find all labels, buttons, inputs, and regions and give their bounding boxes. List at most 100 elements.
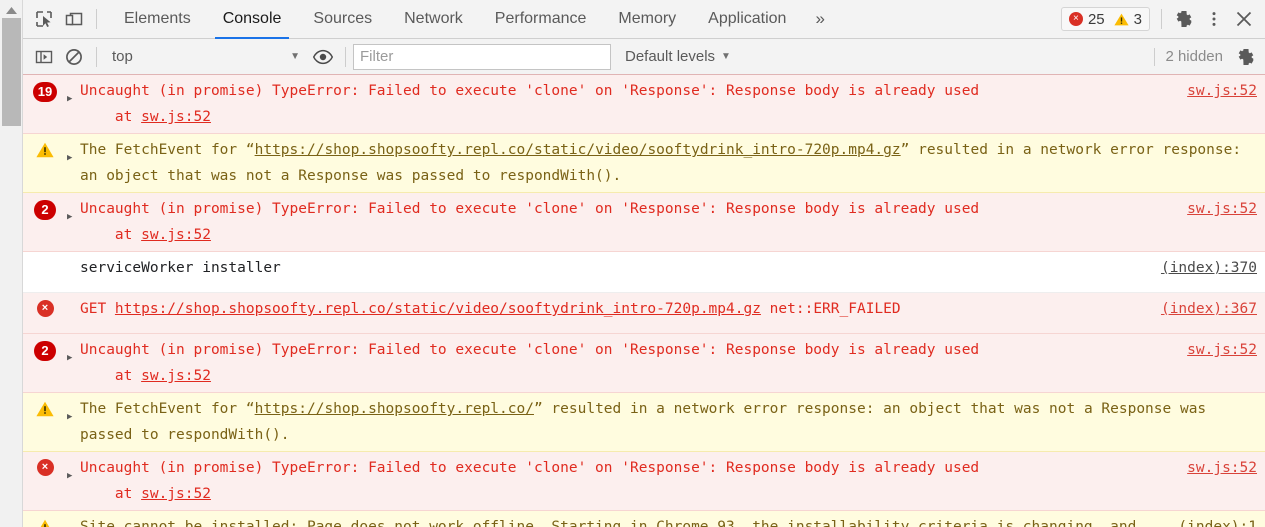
message-link[interactable]: https://shop.shopsoofty.repl.co/static/v… bbox=[255, 142, 901, 158]
message-text: serviceWorker installer bbox=[80, 260, 281, 276]
repeat-count-badge: 2 bbox=[34, 341, 56, 361]
console-message-error[interactable]: × ▶ Uncaught (in promise) TypeError: Faile… bbox=[23, 452, 1265, 511]
expand-arrow-icon[interactable]: ▶ bbox=[67, 78, 80, 112]
gear-icon[interactable] bbox=[1169, 4, 1199, 34]
device-toolbar-icon[interactable] bbox=[59, 4, 89, 34]
message-body: Uncaught (in promise) TypeError: Failed … bbox=[80, 196, 1177, 248]
filterbar-divider-1 bbox=[96, 46, 97, 67]
tab-console[interactable]: Console bbox=[207, 0, 298, 39]
message-stack-line: at sw.js:52 bbox=[114, 109, 211, 125]
more-tabs-button[interactable]: » bbox=[802, 0, 837, 39]
page-scrollbar[interactable] bbox=[0, 0, 23, 527]
tab-performance[interactable]: Performance bbox=[479, 0, 603, 39]
message-body: The FetchEvent for “https://shop.shopsoo… bbox=[80, 396, 1265, 448]
message-gutter: 2 bbox=[23, 337, 67, 361]
context-selector[interactable]: top ▼ bbox=[108, 45, 308, 69]
tab-network[interactable]: Network bbox=[388, 0, 479, 39]
console-message-warning[interactable]: ▶Site cannot be installed: Page does not… bbox=[23, 511, 1265, 527]
stack-frame-link[interactable]: sw.js:52 bbox=[141, 486, 211, 502]
error-count-icon: × bbox=[1068, 12, 1083, 26]
source-location-link[interactable]: sw.js:52 bbox=[1187, 342, 1257, 358]
issues-counter[interactable]: × 25 3 bbox=[1060, 7, 1150, 31]
console-filter-bar: top ▼ Default levels ▼ 2 hidden bbox=[23, 39, 1265, 75]
message-source: sw.js:52 bbox=[1177, 196, 1265, 222]
console-sidebar-icon[interactable] bbox=[29, 42, 59, 72]
message-source: sw.js:52 bbox=[1177, 337, 1265, 363]
filter-input[interactable] bbox=[353, 43, 611, 70]
message-source: (index):367 bbox=[1151, 296, 1265, 322]
source-location-link[interactable]: sw.js:52 bbox=[1187, 460, 1257, 476]
message-source: (index):1 bbox=[1168, 514, 1265, 527]
error-circle-icon: × bbox=[36, 459, 54, 476]
console-settings-gear-icon[interactable] bbox=[1231, 42, 1261, 72]
console-message-warning[interactable]: ▶ The FetchEvent for “https://shop.shopso… bbox=[23, 393, 1265, 452]
console-message-error[interactable]: 2 ▶ Uncaught (in promise) TypeError: Faile… bbox=[23, 193, 1265, 252]
message-link[interactable]: https://shop.shopsoofty.repl.co/ bbox=[255, 401, 534, 417]
tab-application[interactable]: Application bbox=[692, 0, 802, 39]
message-gutter: 19 bbox=[23, 78, 67, 102]
expand-arrow-icon[interactable]: ▶ bbox=[67, 396, 80, 430]
console-message-error[interactable]: ×▶GET https://shop.shopsoofty.repl.co/st… bbox=[23, 293, 1265, 334]
live-expression-icon[interactable] bbox=[308, 42, 338, 72]
message-link[interactable]: https://shop.shopsoofty.repl.co/static/v… bbox=[115, 301, 761, 317]
expand-arrow-icon[interactable]: ▶ bbox=[67, 196, 80, 230]
devtools-panel: Elements Console Sources Network Perform… bbox=[23, 0, 1265, 527]
console-message-list[interactable]: 19 ▶ Uncaught (in promise) TypeError: Fail… bbox=[23, 75, 1265, 527]
message-gutter: × bbox=[23, 296, 67, 317]
message-text: Uncaught (in promise) TypeError: Failed … bbox=[80, 83, 980, 99]
stack-frame-link[interactable]: sw.js:52 bbox=[141, 368, 211, 384]
source-location-link[interactable]: (index):367 bbox=[1161, 301, 1257, 317]
hidden-messages-count: 2 hidden bbox=[1165, 48, 1223, 65]
tab-label: Elements bbox=[124, 10, 191, 27]
source-location-link[interactable]: (index):370 bbox=[1161, 260, 1257, 276]
tabbar-right-tools: × 25 3 bbox=[1060, 4, 1265, 34]
source-location-link[interactable]: sw.js:52 bbox=[1187, 83, 1257, 99]
tab-sources[interactable]: Sources bbox=[297, 0, 388, 39]
tab-label: Performance bbox=[494, 10, 587, 27]
message-text: Uncaught (in promise) TypeError: Failed … bbox=[80, 201, 980, 217]
source-location-link[interactable]: (index):1 bbox=[1178, 519, 1257, 527]
tabbar-divider-2 bbox=[1161, 9, 1162, 29]
message-body: Uncaught (in promise) TypeError: Failed … bbox=[80, 455, 1177, 507]
message-text: Uncaught (in promise) TypeError: Failed … bbox=[80, 342, 980, 358]
message-body: Uncaught (in promise) TypeError: Failed … bbox=[80, 337, 1177, 389]
message-stack-line: at sw.js:52 bbox=[114, 486, 211, 502]
message-stack-line: at sw.js:52 bbox=[114, 227, 211, 243]
console-message-info[interactable]: ▶serviceWorker installer(index):370 bbox=[23, 252, 1265, 293]
devtools-tabs: Elements Console Sources Network Perform… bbox=[108, 0, 838, 39]
message-gutter bbox=[23, 396, 67, 417]
message-text: Uncaught (in promise) TypeError: Failed … bbox=[80, 460, 980, 476]
kebab-menu-icon[interactable] bbox=[1199, 4, 1229, 34]
devtools-tabbar: Elements Console Sources Network Perform… bbox=[23, 0, 1265, 39]
log-level-selector[interactable]: Default levels ▼ bbox=[625, 48, 731, 65]
message-text-tail: net::ERR_FAILED bbox=[760, 301, 901, 317]
clear-console-icon[interactable] bbox=[59, 42, 89, 72]
close-icon[interactable] bbox=[1229, 4, 1259, 34]
message-stack-line: at sw.js:52 bbox=[114, 368, 211, 384]
filterbar-divider-3 bbox=[1154, 47, 1156, 66]
scrollbar-up-arrow-icon[interactable] bbox=[0, 3, 23, 17]
console-message-error[interactable]: 2 ▶ Uncaught (in promise) TypeError: Faile… bbox=[23, 334, 1265, 393]
message-text: The FetchEvent for “ bbox=[80, 142, 255, 158]
filterbar-divider-2 bbox=[345, 46, 346, 67]
expand-arrow-icon[interactable]: ▶ bbox=[67, 455, 80, 489]
stack-frame-link[interactable]: sw.js:52 bbox=[141, 109, 211, 125]
message-body: serviceWorker installer bbox=[80, 255, 1151, 281]
expand-arrow-icon[interactable]: ▶ bbox=[67, 337, 80, 371]
message-text: Site cannot be installed: Page does not … bbox=[80, 519, 1137, 527]
source-location-link[interactable]: sw.js:52 bbox=[1187, 201, 1257, 217]
expand-arrow-icon[interactable]: ▶ bbox=[67, 137, 80, 171]
message-gutter bbox=[23, 137, 67, 158]
tab-elements[interactable]: Elements bbox=[108, 0, 207, 39]
inspect-element-icon[interactable] bbox=[29, 4, 59, 34]
devtools-window: Elements Console Sources Network Perform… bbox=[0, 0, 1265, 527]
stack-frame-link[interactable]: sw.js:52 bbox=[141, 227, 211, 243]
message-body: Uncaught (in promise) TypeError: Failed … bbox=[80, 78, 1177, 130]
tab-label: Network bbox=[404, 10, 463, 27]
scrollbar-thumb[interactable] bbox=[2, 18, 21, 126]
console-message-error[interactable]: 19 ▶ Uncaught (in promise) TypeError: Fail… bbox=[23, 75, 1265, 134]
message-text: The FetchEvent for “ bbox=[80, 401, 255, 417]
message-gutter: 2 bbox=[23, 196, 67, 220]
console-message-warning[interactable]: ▶ The FetchEvent for “https://shop.shopso… bbox=[23, 134, 1265, 193]
tab-memory[interactable]: Memory bbox=[602, 0, 692, 39]
